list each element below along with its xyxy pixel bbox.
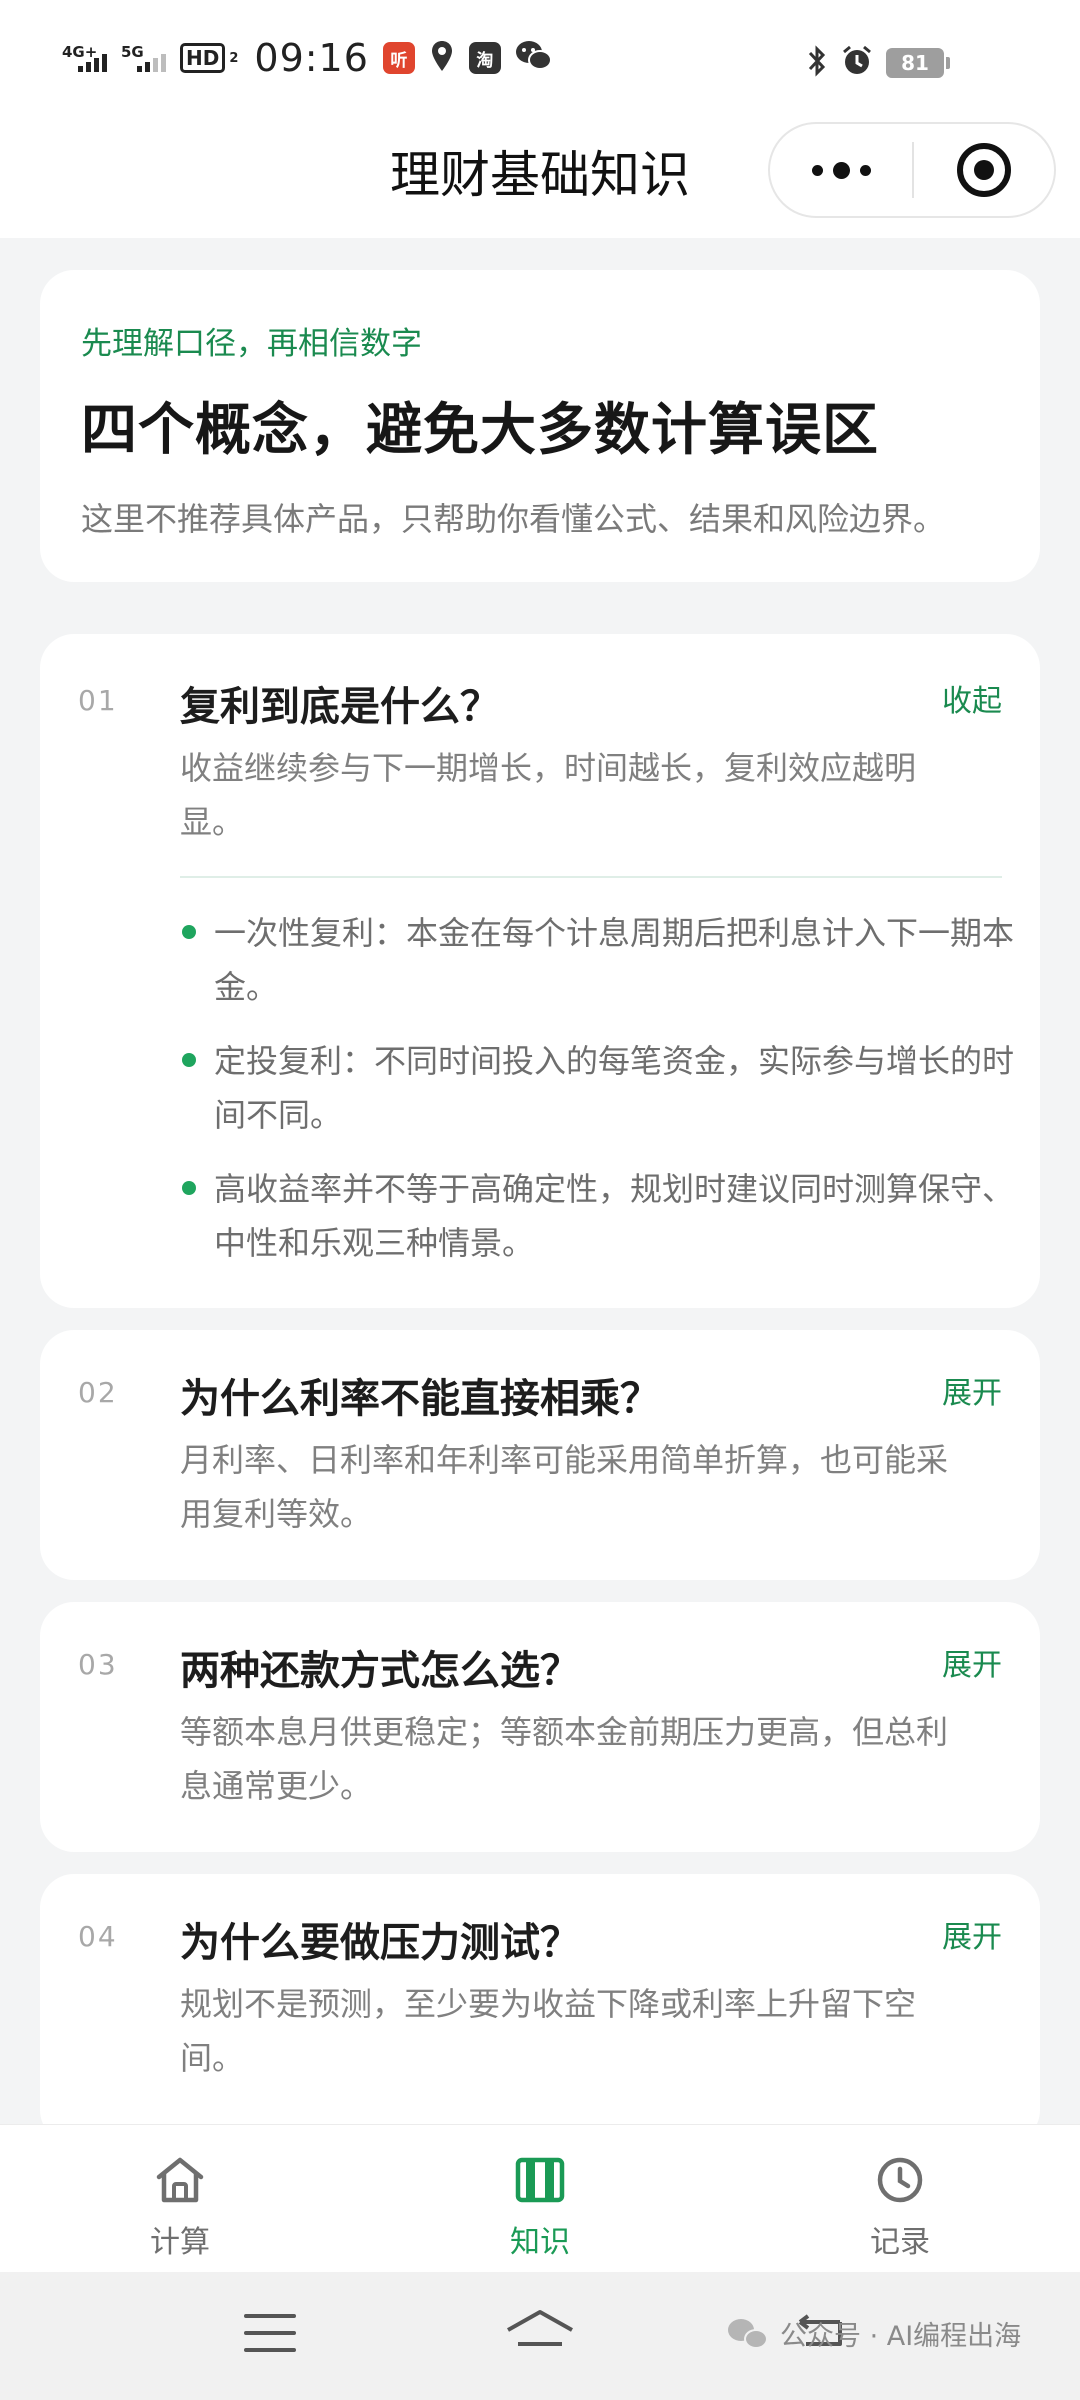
menu-icon[interactable] (244, 2314, 296, 2365)
bullet-icon (182, 925, 196, 939)
more-options-button[interactable] (770, 124, 912, 216)
intro-card: 先理解口径，再相信数字 四个概念，避免大多数计算误区 这里不推荐具体产品，只帮助… (40, 270, 1040, 582)
faq-answer: 等额本息月供更稳定；等额本金前期压力更高，但总利息通常更少。 (180, 1713, 949, 1805)
status-bar: 4G+ 5G HD 2 09:16 听 淘 81 (0, 0, 1080, 118)
faq-item-02[interactable]: 02 为什么利率不能直接相乘？ 展开 月利率、日利率和年利率可能采用简单折算，也… (40, 1330, 1040, 1580)
faq-item-04[interactable]: 04 为什么要做压力测试？ 展开 规划不是预测，至少要为收益下降或利率上升留下空… (40, 1874, 1040, 2144)
bottom-tab-bar: 计算 知识 记录 (0, 2124, 1080, 2272)
intro-description: 这里不推荐具体产品，只帮助你看懂公式、结果和风险边界。 (81, 500, 946, 538)
close-mini-program-button[interactable] (914, 124, 1054, 216)
tab-knowledge[interactable]: 知识 (360, 2125, 720, 2272)
alarm-icon (840, 44, 874, 82)
taobao-app-icon: 淘 (468, 42, 501, 74)
expand-toggle[interactable]: 展开 (942, 1640, 1002, 1684)
bullet-text: 定投复利：不同时间投入的每笔资金，实际参与增长的时间不同。 (214, 1042, 1015, 1134)
list-item: 一次性复利：本金在每个计息周期后把利息计入下一期本金。 (180, 906, 1020, 1014)
signal-bars-icon (137, 54, 166, 72)
faq-answer: 月利率、日利率和年利率可能采用简单折算，也可能采用复利等效。 (180, 1441, 949, 1533)
tab-records[interactable]: 记录 (720, 2125, 1080, 2272)
battery-icon: 81 (886, 48, 950, 78)
tab-calculate[interactable]: 计算 (0, 2125, 360, 2272)
watermark-text: 公众号 · AI编程出海 (780, 2321, 1022, 2352)
list-item: 高收益率并不等于高确定性，规划时建议同时测算保守、中性和乐观三种情景。 (180, 1162, 1020, 1270)
faq-item-03[interactable]: 03 两种还款方式怎么选？ 展开 等额本息月供更稳定；等额本金前期压力更高，但总… (40, 1602, 1040, 1852)
faq-answer: 规划不是预测，至少要为收益下降或利率上升留下空间。 (180, 1985, 917, 2077)
wechat-official-account-icon (728, 2317, 770, 2351)
faq-number: 01 (78, 684, 118, 717)
status-right: 81 (806, 44, 950, 82)
system-nav-bar: 公众号 · AI编程出海 (0, 2272, 1080, 2400)
listen-app-icon: 听 (382, 42, 415, 74)
signal-5g: 5G (121, 44, 166, 72)
tab-label: 计算 (150, 2225, 210, 2260)
wechat-icon (515, 39, 553, 77)
faq-detail-list: 一次性复利：本金在每个计息周期后把利息计入下一期本金。 定投复利：不同时间投入的… (180, 906, 1020, 1290)
signal-4g: 4G+ (62, 44, 107, 72)
bullet-text: 高收益率并不等于高确定性，规划时建议同时测算保守、中性和乐观三种情景。 (214, 1170, 1015, 1262)
location-icon (429, 39, 455, 77)
faq-question: 为什么要做压力测试？ (180, 1920, 580, 1966)
hd-voice-icon: HD (180, 43, 226, 73)
faq-answer: 收益继续参与下一期增长，时间越长，复利效应越明显。 (180, 749, 917, 841)
collapse-toggle[interactable]: 收起 (942, 676, 1002, 720)
faq-question: 两种还款方式怎么选？ (180, 1648, 580, 1694)
faq-question: 为什么利率不能直接相乘？ (180, 1376, 660, 1422)
faq-item-01[interactable]: 01 复利到底是什么？ 收起 收益继续参与下一期增长，时间越长，复利效应越明显。… (40, 634, 1040, 1308)
mini-program-capsule (768, 122, 1056, 218)
tab-label: 记录 (870, 2225, 930, 2260)
watermark: 公众号 · AI编程出海 (728, 2314, 1021, 2353)
clock-icon (874, 2155, 926, 2209)
list-item: 定投复利：不同时间投入的每笔资金，实际参与增长的时间不同。 (180, 1034, 1020, 1142)
signal-bars-icon (78, 54, 107, 72)
intro-headline: 四个概念，避免大多数计算误区 (81, 398, 879, 463)
status-left: 4G+ 5G HD 2 09:16 听 淘 (62, 36, 553, 80)
faq-number: 02 (78, 1376, 118, 1409)
faq-number: 04 (78, 1920, 118, 1953)
expand-toggle[interactable]: 展开 (942, 1912, 1002, 1956)
home-nav-icon[interactable] (504, 2308, 576, 2362)
faq-divider (180, 876, 1002, 878)
bullet-icon (182, 1181, 196, 1195)
book-icon (514, 2155, 566, 2209)
expand-toggle[interactable]: 展开 (942, 1368, 1002, 1412)
tab-label: 知识 (510, 2225, 570, 2260)
faq-question: 复利到底是什么？ (180, 684, 500, 730)
faq-number: 03 (78, 1648, 118, 1681)
hd-sub-label: 2 (229, 50, 239, 66)
bullet-text: 一次性复利：本金在每个计息周期后把利息计入下一期本金。 (214, 914, 1015, 1006)
bluetooth-icon (806, 44, 828, 82)
home-icon (154, 2155, 206, 2209)
target-icon (956, 143, 1011, 197)
status-time: 09:16 (254, 36, 369, 80)
intro-eyebrow: 先理解口径，再相信数字 (81, 326, 422, 362)
bullet-icon (182, 1053, 196, 1067)
